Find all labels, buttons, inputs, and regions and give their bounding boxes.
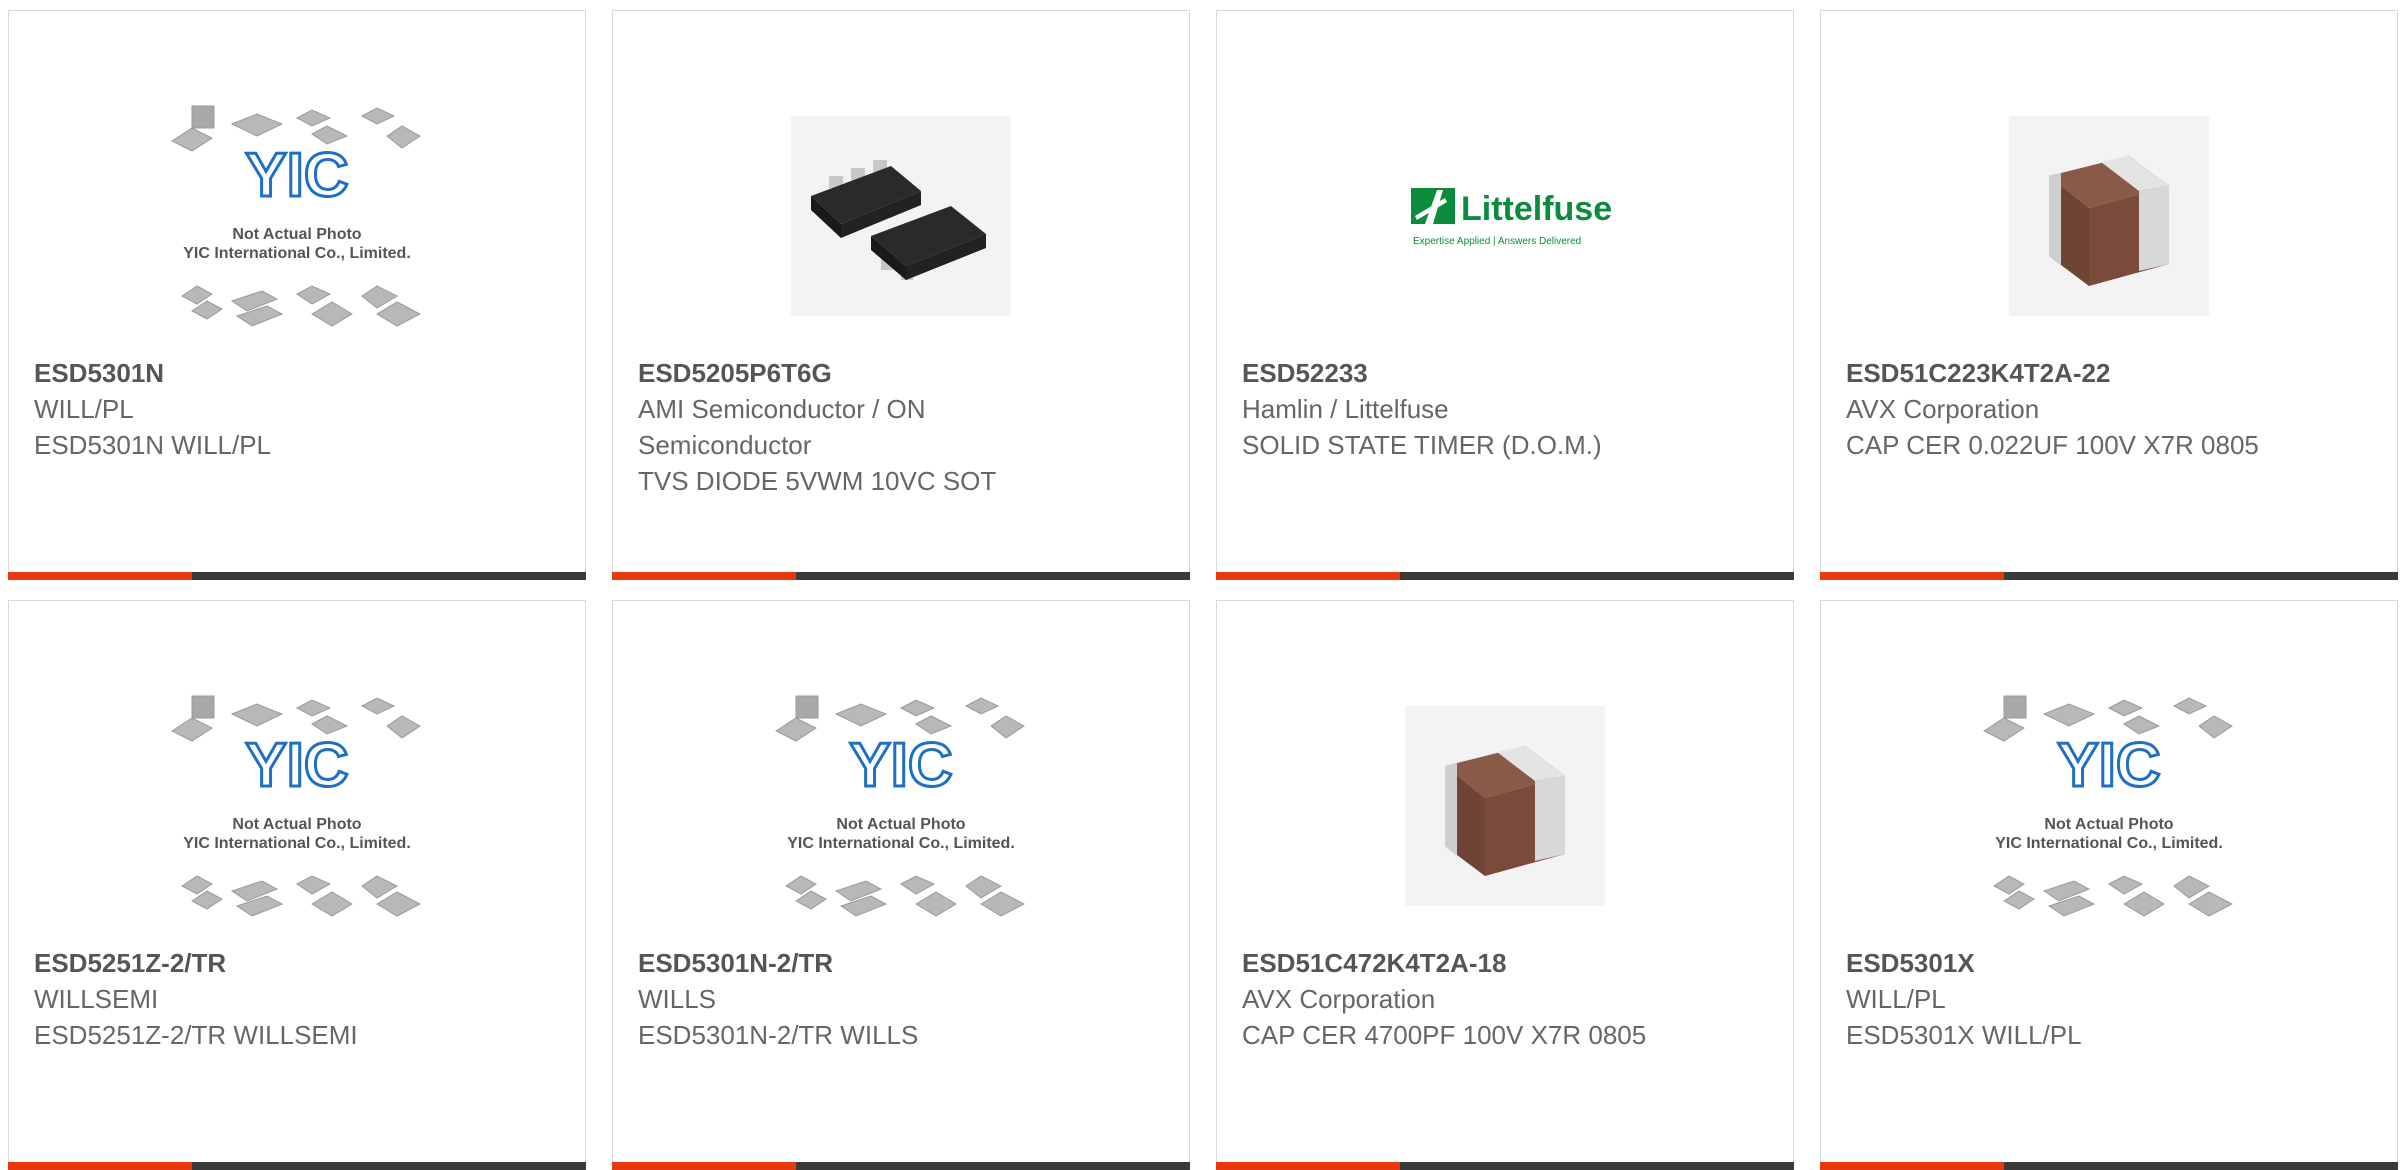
card-footer-bar	[8, 1162, 586, 1170]
product-image[interactable]: YIC Not Actual Photo YIC International C…	[161, 81, 433, 351]
manufacturer: AVX Corporation	[1242, 984, 1436, 1014]
card-footer-bar	[1820, 1162, 2398, 1170]
product-image[interactable]	[1369, 671, 1641, 941]
product-card[interactable]: ESD5205P6T6G AMI Semiconductor / ON Semi…	[612, 10, 1190, 580]
product-card[interactable]: ESD51C223K4T2A-22 AVX Corporation CAP CE…	[1820, 10, 2398, 580]
capacitor-photo	[2009, 116, 2209, 316]
manufacturer: WILL/PL	[1846, 984, 1946, 1014]
product-card[interactable]: YIC Not Actual Photo YIC International C…	[1820, 600, 2398, 1170]
card-footer-accent	[1820, 1162, 2004, 1170]
product-card[interactable]: Littelfuse Expertise Applied | Answers D…	[1216, 10, 1794, 580]
description: ESD5251Z-2/TR WILLSEMI	[34, 1020, 358, 1050]
placeholder-line2: YIC International Co., Limited.	[183, 245, 411, 262]
description: TVS DIODE 5VWM 10VC SOT	[638, 466, 997, 496]
card-footer-accent	[1216, 572, 1400, 580]
part-number[interactable]: ESD52233	[1242, 355, 1672, 391]
card-footer-accent	[612, 1162, 796, 1170]
product-card[interactable]: YIC Not Actual Photo YIC International C…	[612, 600, 1190, 1170]
card-footer-bar	[8, 572, 586, 580]
placeholder-line1: Not Actual Photo	[2044, 816, 2173, 833]
part-number[interactable]: ESD5301N-2/TR	[638, 945, 1068, 981]
card-footer-bar	[1216, 572, 1794, 580]
placeholder-line2: YIC International Co., Limited.	[787, 835, 1015, 852]
product-card[interactable]: YIC Not Actual Photo YIC International C…	[8, 10, 586, 580]
placeholder-line1: Not Actual Photo	[232, 226, 361, 243]
manufacturer: AMI Semiconductor / ON Semiconductor	[638, 394, 926, 460]
card-footer-bar	[1820, 572, 2398, 580]
part-number[interactable]: ESD51C223K4T2A-22	[1846, 355, 2276, 391]
svg-text:YIC: YIC	[849, 731, 952, 800]
card-footer-accent	[612, 572, 796, 580]
placeholder-line2: YIC International Co., Limited.	[183, 835, 411, 852]
manufacturer: WILLSEMI	[34, 984, 159, 1014]
part-number[interactable]: ESD5205P6T6G	[638, 355, 1068, 391]
yic-placeholder-image: YIC Not Actual Photo YIC International C…	[170, 105, 422, 327]
product-grid: YIC Not Actual Photo YIC International C…	[8, 10, 2400, 1170]
product-image[interactable]: YIC Not Actual Photo YIC International C…	[161, 671, 433, 941]
yic-placeholder-image: YIC Not Actual Photo YIC International C…	[1982, 695, 2234, 917]
svg-text:YIC: YIC	[2057, 731, 2160, 800]
placeholder-line1: Not Actual Photo	[836, 816, 965, 833]
part-number[interactable]: ESD5301X	[1846, 945, 2276, 981]
yic-placeholder-image: YIC Not Actual Photo YIC International C…	[774, 695, 1026, 917]
card-footer-accent	[1820, 572, 2004, 580]
product-card[interactable]: ESD51C472K4T2A-18 AVX Corporation CAP CE…	[1216, 600, 1794, 1170]
card-footer-accent	[8, 1162, 192, 1170]
manufacturer: WILL/PL	[34, 394, 134, 424]
product-image[interactable]	[765, 81, 1037, 351]
card-footer-bar	[1216, 1162, 1794, 1170]
svg-text:YIC: YIC	[245, 731, 348, 800]
manufacturer: Hamlin / Littelfuse	[1242, 394, 1449, 424]
card-footer-accent	[8, 572, 192, 580]
product-image[interactable]	[1973, 81, 2245, 351]
yic-placeholder-image: YIC Not Actual Photo YIC International C…	[170, 695, 422, 917]
littelfuse-tagline: Expertise Applied | Answers Delivered	[1413, 236, 1581, 247]
svg-text:YIC: YIC	[245, 141, 348, 210]
sot-package-photo	[791, 116, 1011, 316]
product-image[interactable]: YIC Not Actual Photo YIC International C…	[1973, 671, 2245, 941]
card-footer-bar	[612, 572, 1190, 580]
placeholder-line2: YIC International Co., Limited.	[1995, 835, 2223, 852]
manufacturer: WILLS	[638, 984, 717, 1014]
card-footer-accent	[1216, 1162, 1400, 1170]
part-number[interactable]: ESD5251Z-2/TR	[34, 945, 464, 981]
description: ESD5301N-2/TR WILLS	[638, 1020, 919, 1050]
description: SOLID STATE TIMER (D.O.M.)	[1242, 430, 1602, 460]
part-number[interactable]: ESD51C472K4T2A-18	[1242, 945, 1672, 981]
description: CAP CER 4700PF 100V X7R 0805	[1242, 1020, 1647, 1050]
product-image[interactable]: Littelfuse Expertise Applied | Answers D…	[1369, 81, 1641, 351]
description: ESD5301N WILL/PL	[34, 430, 272, 460]
placeholder-line1: Not Actual Photo	[232, 816, 361, 833]
littelfuse-logo: Littelfuse Expertise Applied | Answers D…	[1411, 188, 1612, 247]
product-image[interactable]: YIC Not Actual Photo YIC International C…	[765, 671, 1037, 941]
manufacturer: AVX Corporation	[1846, 394, 2040, 424]
capacitor-photo	[1405, 706, 1605, 906]
part-number[interactable]: ESD5301N	[34, 355, 464, 391]
description: ESD5301X WILL/PL	[1846, 1020, 2082, 1050]
product-card[interactable]: YIC Not Actual Photo YIC International C…	[8, 600, 586, 1170]
card-footer-bar	[612, 1162, 1190, 1170]
littelfuse-name: Littelfuse	[1461, 190, 1612, 228]
description: CAP CER 0.022UF 100V X7R 0805	[1846, 430, 2259, 460]
